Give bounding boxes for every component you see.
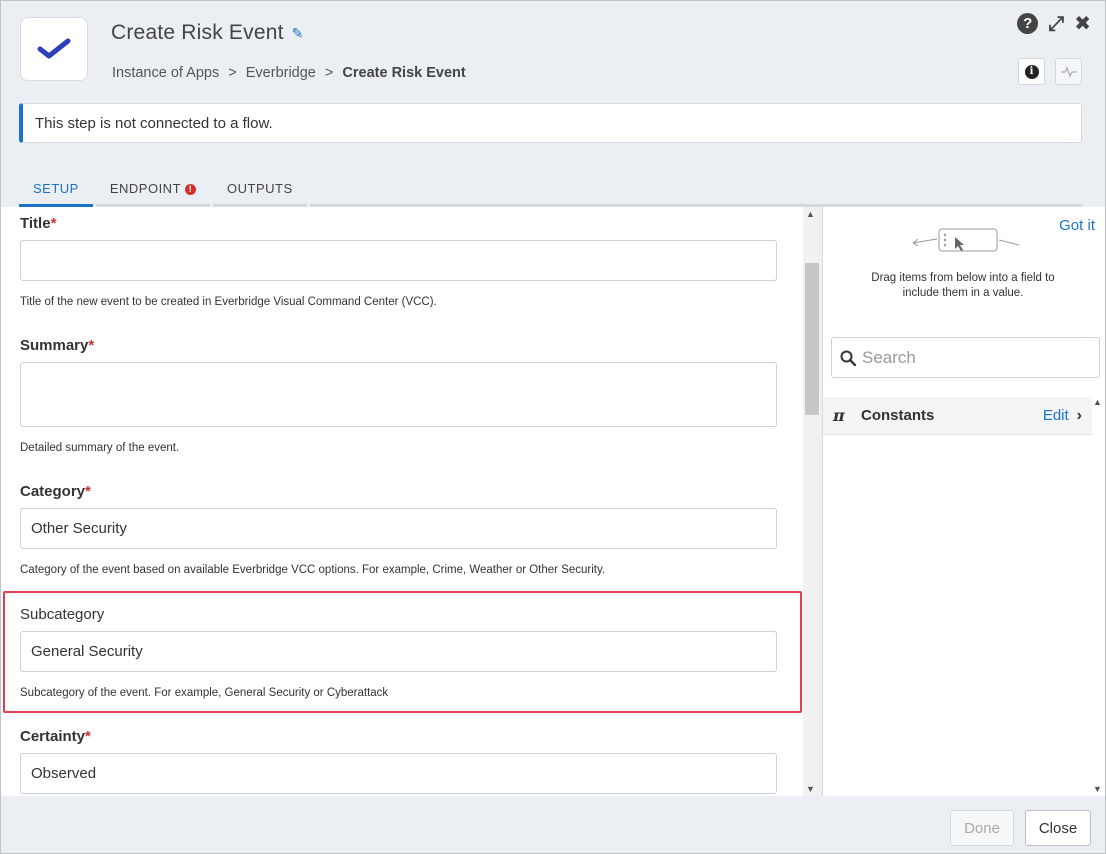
done-button[interactable]: Done (950, 810, 1014, 846)
close-icon[interactable]: ✖ (1074, 14, 1091, 34)
scroll-down-icon[interactable]: ▼ (806, 784, 815, 794)
data-panel: Got it Drag items from below into a fiel… (822, 207, 1105, 796)
required-marker: * (50, 215, 57, 232)
category-label-text: Category (20, 483, 86, 500)
tab-endpoint-label: ENDPOINT (109, 181, 182, 196)
pulse-icon (1060, 65, 1077, 78)
search-placeholder: Search (862, 347, 916, 367)
tab-bar-fill (309, 177, 1082, 207)
required-marker: * (88, 337, 95, 354)
subcategory-highlight-box (3, 591, 802, 713)
close-button[interactable]: Close (1025, 810, 1091, 846)
tab-bar: SETUP ENDPOINT! OUTPUTS (19, 177, 1082, 207)
activity-button[interactable] (1055, 58, 1082, 85)
title-input[interactable] (20, 240, 777, 281)
breadcrumb-current: Create Risk Event (342, 65, 466, 81)
info-icon: i (1024, 64, 1039, 79)
search-input[interactable]: Search (831, 337, 1100, 378)
pi-icon: π (833, 406, 845, 425)
scroll-up-icon[interactable]: ▲ (806, 209, 815, 219)
page-title: Create Risk Event (111, 21, 284, 44)
tab-setup[interactable]: SETUP (19, 177, 93, 207)
certainty-label: Certainty* (20, 728, 777, 745)
error-icon: ! (185, 184, 197, 195)
constants-row[interactable]: π Constants Edit › (823, 397, 1092, 435)
category-label: Category* (20, 483, 777, 500)
constants-label: Constants (861, 407, 935, 424)
title-row: Create Risk Event ✎ (111, 21, 303, 45)
title-field: Title* Title of the new event to be crea… (20, 215, 777, 308)
certainty-label-text: Certainty (20, 728, 86, 745)
summary-label-text: Summary (20, 337, 89, 354)
everbridge-check-icon (37, 38, 71, 59)
app-logo (20, 17, 88, 81)
tab-endpoint[interactable]: ENDPOINT! (95, 177, 211, 207)
form-scrollbar[interactable]: ▲ ▼ (803, 207, 821, 796)
drag-illustration-icon (912, 228, 1020, 252)
breadcrumb-separator: > (324, 65, 334, 81)
drag-hint: Drag items from below into a field to in… (871, 272, 1055, 299)
create-risk-event-dialog: Create Risk Event ✎ Instance of Apps > E… (0, 0, 1106, 854)
setup-form: Title* Title of the new event to be crea… (1, 207, 821, 796)
breadcrumb-separator: > (228, 65, 237, 81)
summary-hint: Detailed summary of the event. (20, 442, 180, 454)
category-input[interactable]: Other Security (20, 508, 777, 549)
summary-field: Summary* Detailed summary of the event. (20, 337, 777, 454)
got-it-link[interactable]: Got it (1059, 217, 1095, 234)
edit-constants-link[interactable]: Edit (1043, 407, 1069, 424)
breadcrumb: Instance of Apps > Everbridge > Create R… (112, 65, 466, 81)
panel-scroll-down-icon[interactable]: ▼ (1093, 784, 1102, 794)
dialog-footer: Done Close (1, 796, 1105, 853)
tab-setup-label: SETUP (33, 181, 79, 196)
certainty-field: Certainty* Observed (20, 728, 777, 794)
category-field: Category* Other Security Category of the… (20, 483, 777, 576)
help-icon[interactable]: ? (1017, 13, 1039, 34)
edit-title-pencil-icon[interactable]: ✎ (292, 25, 304, 42)
expand-icon[interactable]: ⤢ (1048, 14, 1064, 34)
panel-scroll-up-icon[interactable]: ▲ (1093, 397, 1102, 407)
required-marker: * (85, 483, 91, 500)
search-icon (840, 350, 856, 366)
title-label-text: Title (20, 215, 51, 232)
title-label: Title* (20, 215, 777, 232)
chevron-right-icon[interactable]: › (1077, 407, 1082, 425)
info-button[interactable]: i (1018, 58, 1045, 85)
breadcrumb-everbridge[interactable]: Everbridge (246, 65, 316, 81)
certainty-input[interactable]: Observed (20, 753, 777, 794)
summary-input[interactable] (20, 362, 777, 427)
tab-outputs-label: OUTPUTS (227, 181, 293, 196)
panel-scrollbar[interactable]: ▲ ▼ (1093, 397, 1103, 794)
category-hint: Category of the event based on available… (20, 564, 606, 576)
required-marker: * (85, 728, 91, 745)
flow-notice: This step is not connected to a flow. (19, 103, 1082, 143)
scroll-thumb[interactable] (805, 263, 819, 415)
title-hint: Title of the new event to be created in … (20, 296, 437, 308)
breadcrumb-instance-of-apps[interactable]: Instance of Apps (112, 65, 219, 81)
summary-label: Summary* (20, 337, 777, 354)
tab-outputs[interactable]: OUTPUTS (213, 177, 307, 207)
window-controls: ? ⤢ ✖ (1017, 13, 1091, 34)
